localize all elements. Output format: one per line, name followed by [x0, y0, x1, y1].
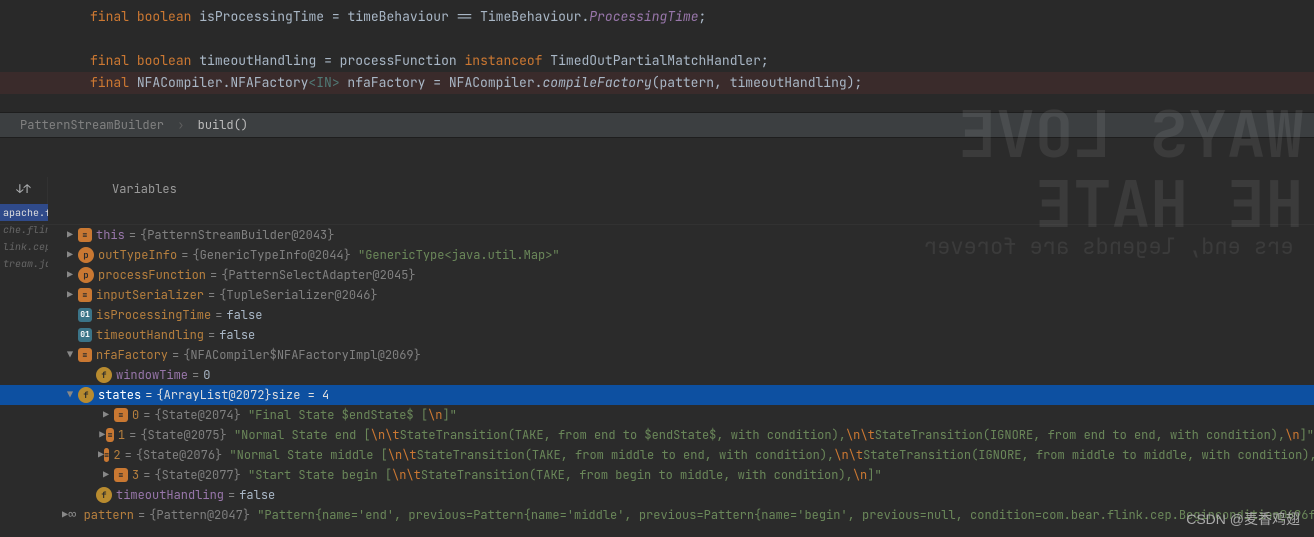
param-icon: p [78, 247, 94, 263]
bool-icon: 01 [78, 328, 92, 342]
watermark-csdn: CSDN @麦香鸡翅 [1186, 509, 1300, 529]
var-state-1[interactable]: ≡ 1= {State@2075} "Normal State end [\n\… [62, 425, 1314, 445]
var-inputSerializer[interactable]: ≡ inputSerializer= {TupleSerializer@2046… [62, 285, 1314, 305]
editor-area: final boolean isProcessingTime = timeBeh… [0, 0, 1314, 138]
infinity-icon: ∞ [68, 505, 76, 525]
expand-icon[interactable] [62, 225, 78, 245]
var-nfaFactory[interactable]: ≡ nfaFactory= {NFACompiler$NFAFactoryImp… [62, 345, 1314, 365]
var-pattern[interactable]: ∞ pattern= {Pattern@2047} "Pattern{name=… [62, 505, 1314, 525]
breadcrumb-class[interactable]: PatternStreamBuilder [20, 117, 164, 133]
code-line-3-current: final NFACompiler.NFAFactory<IN> nfaFact… [0, 72, 1314, 94]
expand-icon[interactable] [62, 245, 78, 265]
var-windowTime[interactable]: f windowTime= 0 [62, 365, 1314, 385]
bool-icon: 01 [78, 308, 92, 322]
private-field-icon: f [96, 367, 112, 383]
field-icon: ≡ [78, 228, 92, 242]
debugger-panel: ↓↑ ▼ Variables apache.fl che.flink.c lin… [0, 174, 1314, 525]
expand-icon[interactable] [98, 425, 106, 445]
var-timeoutHandling-inner[interactable]: f timeoutHandling= false [62, 485, 1314, 505]
field-icon: ≡ [78, 288, 92, 302]
var-isProcessingTime[interactable]: 01 isProcessingTime= false [62, 305, 1314, 325]
param-icon: p [78, 267, 94, 283]
sort-icon[interactable]: ↓↑ [16, 181, 32, 197]
var-state-3[interactable]: ≡ 3= {State@2077} "Start State begin [\n… [62, 465, 1314, 485]
collapse-icon[interactable] [62, 345, 78, 365]
collapse-icon[interactable] [62, 385, 78, 405]
list-item-icon: ≡ [114, 408, 128, 422]
list-item-icon: ≡ [104, 448, 109, 462]
var-timeoutHandling[interactable]: 01 timeoutHandling= false [62, 325, 1314, 345]
var-outTypeInfo[interactable]: p outTypeInfo= {GenericTypeInfo@2044} "G… [62, 245, 1314, 265]
expand-icon[interactable] [98, 465, 114, 485]
breadcrumb-separator: › [171, 117, 190, 133]
breadcrumb[interactable]: PatternStreamBuilder › build() [0, 112, 1314, 138]
var-state-0[interactable]: ≡ 0= {State@2074} "Final State $endState… [62, 405, 1314, 425]
var-this[interactable]: ≡ this= {PatternStreamBuilder@2043} [62, 225, 1314, 245]
code-line-2: final boolean timeoutHandling = processF… [0, 50, 1314, 72]
private-field-icon: f [78, 387, 94, 403]
var-processFunction[interactable]: p processFunction= {PatternSelectAdapter… [62, 265, 1314, 285]
frame-entry-0[interactable]: apache.fl [0, 204, 48, 221]
variables-tab-label: Variables [48, 177, 177, 221]
expand-icon[interactable] [62, 265, 78, 285]
code-blank [0, 28, 1314, 50]
var-state-2[interactable]: ≡ 2= {State@2076} "Normal State middle [… [62, 445, 1314, 465]
expand-icon[interactable] [62, 285, 78, 305]
var-states-selected[interactable]: f states= {ArrayList@2072} size = 4 [0, 385, 1314, 405]
private-field-icon: f [96, 487, 112, 503]
breadcrumb-method[interactable]: build() [198, 117, 248, 133]
list-item-icon: ≡ [106, 428, 113, 442]
field-icon: ≡ [78, 348, 92, 362]
expand-icon[interactable] [98, 405, 114, 425]
code-line-1: final boolean isProcessingTime = timeBeh… [0, 6, 1314, 28]
list-item-icon: ≡ [114, 468, 128, 482]
variables-tree: ≡ this= {PatternStreamBuilder@2043} p ou… [0, 225, 1314, 525]
